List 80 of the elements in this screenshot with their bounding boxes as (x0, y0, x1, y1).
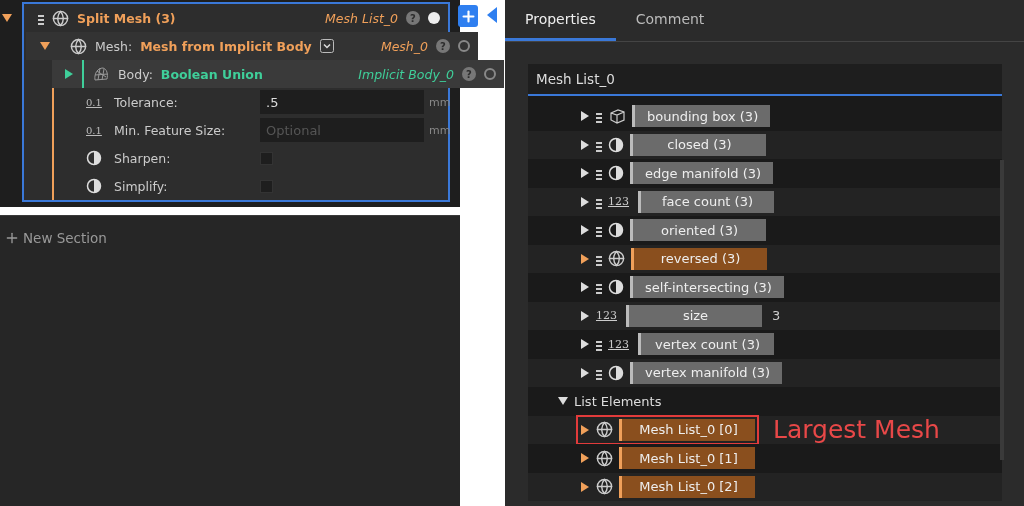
half-circle-icon (608, 165, 624, 182)
property-chip[interactable]: face count (3) (638, 190, 774, 213)
expand-arrow-icon[interactable] (580, 453, 590, 464)
param-label: Sharpen: (114, 150, 172, 166)
expand-arrow-icon[interactable] (580, 367, 590, 378)
input-label: Body: (118, 66, 153, 82)
output-dot[interactable] (428, 12, 440, 24)
expand-arrow-icon[interactable] (580, 225, 590, 236)
mesh-sketch-icon (92, 65, 110, 83)
half-circle-icon (608, 279, 624, 296)
output-name: Implicit Body_0 (358, 66, 454, 82)
param-label: Min. Feature Size: (114, 122, 227, 138)
half-circle-icon (608, 136, 624, 153)
expand-arrow-icon[interactable] (580, 196, 590, 207)
half-circle-icon (608, 222, 624, 239)
expand-arrow-icon[interactable] (580, 424, 590, 435)
panel-title: Mesh List_0 (528, 64, 1002, 96)
expand-arrow-icon[interactable] (580, 139, 590, 150)
input-value: Mesh from Implicit Body (140, 38, 312, 54)
expand-arrow-icon[interactable] (580, 168, 590, 179)
number-icon: 0.1 (86, 124, 114, 136)
property-value: 3 (772, 308, 781, 324)
param-label: Simplify: (114, 178, 169, 194)
globe-icon (52, 9, 69, 27)
output-dot[interactable] (458, 40, 470, 52)
expand-arrow-icon[interactable] (580, 481, 590, 492)
globe-icon (596, 478, 613, 496)
expand-arrow-icon[interactable] (40, 41, 50, 51)
param-label: Tolerance: (114, 94, 179, 110)
number-icon: 123 (608, 195, 632, 209)
expand-arrow-icon[interactable] (64, 69, 74, 79)
half-circle-icon (86, 178, 102, 194)
property-chip[interactable]: self-intersecting (3) (630, 276, 784, 299)
expand-arrow-icon[interactable] (2, 13, 12, 23)
expand-arrow-icon[interactable] (580, 111, 590, 122)
output-name: Mesh List_0 (325, 10, 398, 26)
globe-icon (70, 37, 87, 55)
number-field[interactable]: .5 (260, 90, 424, 114)
output-name: Mesh_0 (380, 38, 428, 54)
help-icon[interactable]: ? (436, 39, 450, 53)
expand-arrow-icon[interactable] (580, 253, 590, 264)
number-icon: 0.1 (86, 96, 114, 108)
property-chip[interactable]: bounding box (3) (632, 105, 771, 128)
output-dot[interactable] (484, 68, 496, 80)
new-section-button[interactable]: New Section (4, 230, 107, 246)
property-chip[interactable]: closed (3) (630, 133, 766, 156)
property-chip[interactable]: vertex count (3) (638, 333, 774, 356)
globe-icon (608, 250, 625, 268)
help-icon[interactable]: ? (406, 11, 420, 25)
number-icon: 123 (608, 337, 632, 351)
element-chip[interactable]: Mesh List_0 [0] (619, 418, 755, 441)
plus-icon (4, 230, 20, 246)
expand-arrow-icon[interactable] (580, 339, 590, 350)
tab[interactable]: Properties (505, 0, 616, 41)
element-chip[interactable]: Mesh List_0 [1] (619, 447, 755, 470)
property-chip[interactable]: reversed (3) (631, 247, 767, 270)
annotation-text: Largest Mesh (773, 415, 940, 445)
group-label[interactable]: List Elements (574, 393, 662, 409)
cube-icon (608, 107, 626, 126)
property-chip[interactable]: vertex manifold (3) (630, 361, 783, 384)
node-title: Split Mesh (3) (77, 10, 176, 26)
number-icon: 123 (596, 309, 620, 323)
property-chip[interactable]: oriented (3) (630, 219, 766, 242)
tab[interactable]: Comment (615, 0, 725, 41)
dropdown-icon[interactable] (319, 39, 334, 53)
help-icon[interactable]: ? (462, 67, 476, 81)
globe-icon (596, 449, 613, 467)
input-value: Boolean Union (160, 66, 263, 82)
expand-arrow-icon[interactable] (580, 282, 590, 293)
property-chip[interactable]: edge manifold (3) (630, 162, 774, 185)
expand-arrow-icon[interactable] (558, 396, 568, 407)
globe-icon (596, 421, 613, 439)
collapse-arrow-icon[interactable] (487, 7, 497, 23)
half-circle-icon (86, 150, 102, 166)
input-label: Mesh: (95, 38, 133, 54)
property-chip[interactable]: size (626, 304, 762, 327)
half-circle-icon (608, 364, 624, 381)
add-button[interactable] (458, 5, 478, 27)
expand-arrow-icon[interactable] (580, 310, 590, 321)
element-chip[interactable]: Mesh List_0 [2] (619, 475, 755, 498)
